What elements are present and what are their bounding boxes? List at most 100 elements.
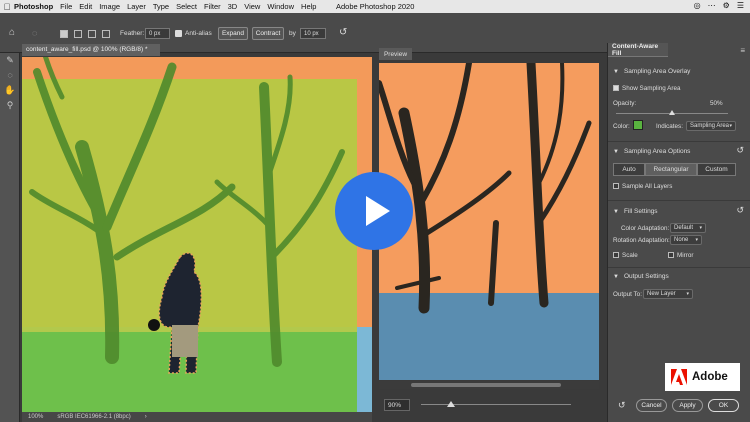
dots-icon[interactable]: ⋯ xyxy=(708,1,716,10)
chevron-down-icon: ▾ xyxy=(699,225,702,231)
chevron-down-icon: ▼ xyxy=(613,209,619,215)
preview-canvas[interactable] xyxy=(379,63,599,380)
adobe-logo-icon xyxy=(671,369,687,385)
adobe-wordmark: Adobe xyxy=(692,371,728,383)
menu-3d[interactable]: 3D xyxy=(228,2,238,11)
menu-layer[interactable]: Layer xyxy=(127,2,146,11)
indicates-label: Indicates: xyxy=(656,123,683,130)
divider xyxy=(608,267,750,268)
scroll-thumb[interactable] xyxy=(411,383,561,387)
mirror-checkbox[interactable] xyxy=(668,252,674,258)
settings-icon[interactable]: ⚙ xyxy=(723,1,730,10)
panel-menu-icon[interactable]: ≡ xyxy=(740,46,745,55)
canvas-image xyxy=(22,57,372,413)
section-title: Sampling Area Overlay xyxy=(623,68,691,75)
home-icon[interactable]: ⌂ xyxy=(9,27,15,38)
output-to-value: New Layer xyxy=(647,291,676,297)
zoom-tool-icon[interactable]: ⚲ xyxy=(0,100,20,113)
fill-settings-header[interactable]: ▼ Fill Settings xyxy=(613,208,658,215)
scale-checkbox[interactable] xyxy=(613,252,619,258)
app-menu[interactable]: Photoshop xyxy=(14,2,53,11)
panel-tab[interactable]: Content-Aware Fill xyxy=(608,43,668,57)
menu-help[interactable]: Help xyxy=(301,2,316,11)
output-settings-header[interactable]: ▼ Output Settings xyxy=(613,273,669,280)
menu-file[interactable]: File xyxy=(60,2,72,11)
indicates-value: Sampling Area xyxy=(690,123,730,129)
lasso-icon[interactable]: ◌ xyxy=(0,70,20,83)
mirror-label: Mirror xyxy=(677,252,694,259)
color-swatch[interactable] xyxy=(633,120,643,130)
opacity-slider-knob[interactable] xyxy=(669,110,675,115)
sampling-options-header[interactable]: ▼ Sampling Area Options xyxy=(613,148,690,155)
by-input[interactable]: 10 px xyxy=(300,28,326,39)
window-title: Adobe Photoshop 2020 xyxy=(336,2,415,11)
subtract-selection-icon[interactable] xyxy=(88,30,96,38)
divider xyxy=(608,200,750,201)
preview-scrollbar[interactable] xyxy=(379,381,599,389)
status-arrow-icon[interactable]: › xyxy=(145,414,147,420)
scale-label: Scale xyxy=(622,252,638,259)
status-bar: 100% sRGB IEC61966-2.1 (8bpc) › xyxy=(22,412,372,422)
apple-icon[interactable]:  xyxy=(0,2,14,12)
contract-button[interactable]: Contract xyxy=(252,27,284,40)
adobe-badge: Adobe xyxy=(665,363,740,391)
menu-bar:  Photoshop File Edit Image Layer Type S… xyxy=(0,0,750,13)
rotation-adaptation-select[interactable]: None ▾ xyxy=(670,235,702,245)
apply-button[interactable]: Apply xyxy=(672,399,703,412)
color-adaptation-select[interactable]: Default ▾ xyxy=(670,223,706,233)
section-title: Fill Settings xyxy=(623,208,658,215)
sample-all-layers-checkbox[interactable] xyxy=(613,183,619,189)
expand-button[interactable]: Expand xyxy=(218,27,248,40)
menu-type[interactable]: Type xyxy=(153,2,169,11)
menu-image[interactable]: Image xyxy=(99,2,120,11)
reset-all-icon[interactable]: ↺ xyxy=(618,400,626,411)
reset-fill-icon[interactable]: ↺ xyxy=(736,205,744,216)
indicates-select[interactable]: Sampling Area ▾ xyxy=(686,121,736,131)
color-label: Color: xyxy=(613,123,630,130)
new-selection-icon[interactable] xyxy=(60,30,68,38)
menu-filter[interactable]: Filter xyxy=(204,2,221,11)
ok-button[interactable]: OK xyxy=(708,399,739,412)
creative-cloud-icon[interactable]: ◎ xyxy=(694,1,701,10)
menu-select[interactable]: Select xyxy=(176,2,197,11)
preview-tab[interactable]: Preview xyxy=(379,48,412,60)
sampling-overlay-header[interactable]: ▼ Sampling Area Overlay xyxy=(613,68,690,75)
menu-view[interactable]: View xyxy=(244,2,260,11)
intersect-selection-icon[interactable] xyxy=(102,30,110,38)
preview-zoom-bar: 90% xyxy=(379,394,599,416)
cancel-button[interactable]: Cancel xyxy=(636,399,667,412)
reset-sampling-icon[interactable]: ↺ xyxy=(736,145,744,156)
menu-window[interactable]: Window xyxy=(267,2,294,11)
hand-tool-icon[interactable]: ✋ xyxy=(0,85,20,98)
document-tab-title: content_aware_fill.psd @ 100% (RGB/8) * xyxy=(26,46,148,53)
zoom-slider-track[interactable] xyxy=(421,404,571,405)
section-title: Output Settings xyxy=(623,273,669,280)
mode-custom-button[interactable]: Custom xyxy=(697,163,736,176)
document-tab[interactable]: content_aware_fill.psd @ 100% (RGB/8) * xyxy=(22,44,160,56)
show-sampling-label: Show Sampling Area xyxy=(622,85,681,92)
mode-auto-button[interactable]: Auto xyxy=(613,163,645,176)
lasso-tool-icon[interactable]: ◌ xyxy=(32,28,37,38)
menu-edit[interactable]: Edit xyxy=(79,2,92,11)
chevron-down-icon: ▼ xyxy=(613,69,619,75)
rotation-adaptation-value: None xyxy=(674,237,689,243)
add-selection-icon[interactable] xyxy=(74,30,82,38)
zoom-readout[interactable]: 100% xyxy=(28,414,43,420)
list-icon[interactable]: ☰ xyxy=(737,1,744,10)
preview-zoom-input[interactable]: 90% xyxy=(384,399,410,411)
brush-tool-icon[interactable]: ✎ xyxy=(0,55,20,68)
play-button[interactable] xyxy=(335,172,413,250)
document-canvas[interactable] xyxy=(22,57,372,413)
zoom-slider-knob[interactable] xyxy=(447,401,455,407)
reset-icon[interactable]: ↺ xyxy=(339,27,347,38)
preview-image xyxy=(379,63,599,380)
antialias-checkbox[interactable] xyxy=(175,30,182,37)
chevron-down-icon: ▾ xyxy=(695,237,698,243)
by-label: by xyxy=(289,30,296,37)
opacity-value[interactable]: 50% xyxy=(710,100,723,107)
output-to-select[interactable]: New Layer ▾ xyxy=(643,289,693,299)
show-sampling-checkbox[interactable] xyxy=(613,85,619,91)
mode-rectangular-button[interactable]: Rectangular xyxy=(645,163,697,176)
feather-input[interactable]: 0 px xyxy=(145,28,170,39)
sample-all-layers-label: Sample All Layers xyxy=(622,183,673,190)
